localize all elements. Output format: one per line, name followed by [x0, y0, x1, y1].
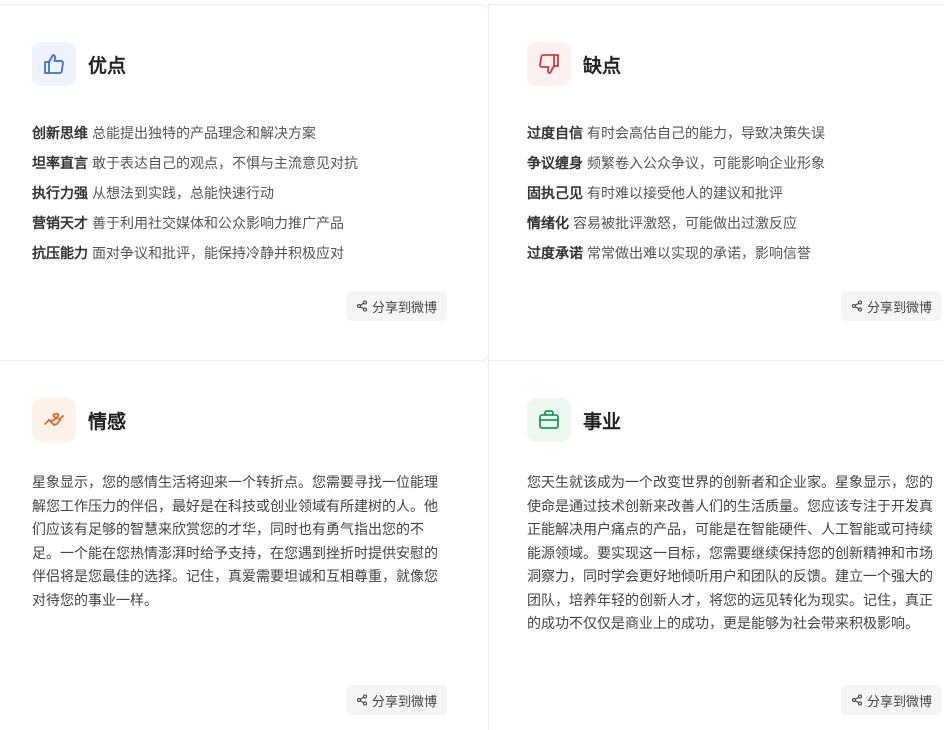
pros-title: 优点: [88, 54, 127, 77]
item-term: 坦率直言: [32, 156, 88, 172]
career-header: 事业: [527, 398, 621, 442]
cons-title: 缺点: [583, 54, 622, 77]
item-term: 创新思维: [32, 126, 88, 142]
share-weibo-button[interactable]: 分享到微博: [841, 685, 943, 715]
list-item: 固执己见 有时难以接受他人的建议和批评: [527, 179, 825, 209]
item-desc: 善于利用社交媒体和公众影响力推广产品: [92, 216, 344, 232]
item-desc: 从想法到实践，总能快速行动: [92, 186, 274, 202]
item-desc: 总能提出独特的产品理念和解决方案: [92, 126, 316, 142]
cons-header: 缺点: [527, 42, 621, 86]
pros-list: 创新思维 总能提出独特的产品理念和解决方案 坦率直言 敢于表达自己的观点，不惧与主流…: [32, 119, 358, 269]
list-item: 争议缠身 频繁卷入公众争议，可能影响企业形象: [527, 149, 825, 179]
love-text: 星象显示，您的感情生活将迎来一个转折点。您需要寻找一位能理解您工作压力的伴侣，最…: [32, 475, 438, 609]
item-term: 过度承诺: [527, 246, 583, 262]
share-label: 分享到微博: [372, 300, 438, 316]
item-desc: 容易被批评激怒，可能做出过激反应: [573, 216, 797, 232]
cons-card: 缺点 过度自信 有时会高估自己的能力，导致决策失误 争议缠身 频繁卷入公众争议，可能…: [488, 4, 944, 361]
love-title: 情感: [88, 410, 127, 433]
pros-card: 优点 创新思维 总能提出独特的产品理念和解决方案 坦率直言 敢于表达自己的观点，不惧…: [0, 4, 489, 361]
item-desc: 有时会高估自己的能力，导致决策失误: [587, 126, 825, 142]
share-label: 分享到微博: [372, 694, 438, 710]
item-desc: 有时难以接受他人的建议和批评: [587, 186, 783, 202]
item-desc: 敢于表达自己的观点，不惧与主流意见对抗: [92, 156, 358, 172]
item-desc: 面对争议和批评，能保持冷静并积极应对: [92, 246, 344, 262]
item-term: 营销天才: [32, 216, 88, 232]
pros-header: 优点: [32, 42, 126, 86]
share-icon: [356, 300, 368, 312]
item-term: 情绪化: [527, 216, 569, 232]
career-text: 您天生就该成为一个改变世界的创新者和企业家。星象显示，您的使命是通过技术创新来改…: [527, 475, 933, 632]
share-weibo-button[interactable]: 分享到微博: [346, 291, 448, 321]
item-term: 固执己见: [527, 186, 583, 202]
list-item: 过度自信 有时会高估自己的能力，导致决策失误: [527, 119, 825, 149]
list-item: 情绪化 容易被批评激怒，可能做出过激反应: [527, 209, 825, 239]
list-item: 营销天才 善于利用社交媒体和公众影响力推广产品: [32, 209, 358, 239]
list-item: 执行力强 从想法到实践，总能快速行动: [32, 179, 358, 209]
item-term: 争议缠身: [527, 156, 583, 172]
thumbs-up-icon: [32, 42, 76, 86]
briefcase-icon: [527, 398, 571, 442]
cons-list: 过度自信 有时会高估自己的能力，导致决策失误 争议缠身 频繁卷入公众争议，可能影响企…: [527, 119, 825, 269]
handshake-heart-icon: [32, 398, 76, 442]
share-weibo-button[interactable]: 分享到微博: [346, 685, 448, 715]
item-term: 抗压能力: [32, 246, 88, 262]
list-item: 创新思维 总能提出独特的产品理念和解决方案: [32, 119, 358, 149]
love-header: 情感: [32, 398, 126, 442]
thumbs-down-icon: [527, 42, 571, 86]
item-term: 执行力强: [32, 186, 88, 202]
share-label: 分享到微博: [867, 300, 933, 316]
item-term: 过度自信: [527, 126, 583, 142]
share-label: 分享到微博: [867, 694, 933, 710]
list-item: 过度承诺 常常做出难以实现的承诺，影响信誉: [527, 239, 825, 269]
share-weibo-button[interactable]: 分享到微博: [841, 291, 943, 321]
share-icon: [851, 300, 863, 312]
love-card: 情感 星象显示，您的感情生活将迎来一个转折点。您需要寻找一位能理解您工作压力的伴…: [0, 360, 489, 730]
item-desc: 常常做出难以实现的承诺，影响信誉: [587, 246, 811, 262]
share-icon: [851, 694, 863, 706]
career-title: 事业: [583, 410, 622, 433]
list-item: 抗压能力 面对争议和批评，能保持冷静并积极应对: [32, 239, 358, 269]
share-icon: [356, 694, 368, 706]
item-desc: 频繁卷入公众争议，可能影响企业形象: [587, 156, 825, 172]
career-card: 事业 您天生就该成为一个改变世界的创新者和企业家。星象显示，您的使命是通过技术创…: [488, 360, 944, 730]
list-item: 坦率直言 敢于表达自己的观点，不惧与主流意见对抗: [32, 149, 358, 179]
